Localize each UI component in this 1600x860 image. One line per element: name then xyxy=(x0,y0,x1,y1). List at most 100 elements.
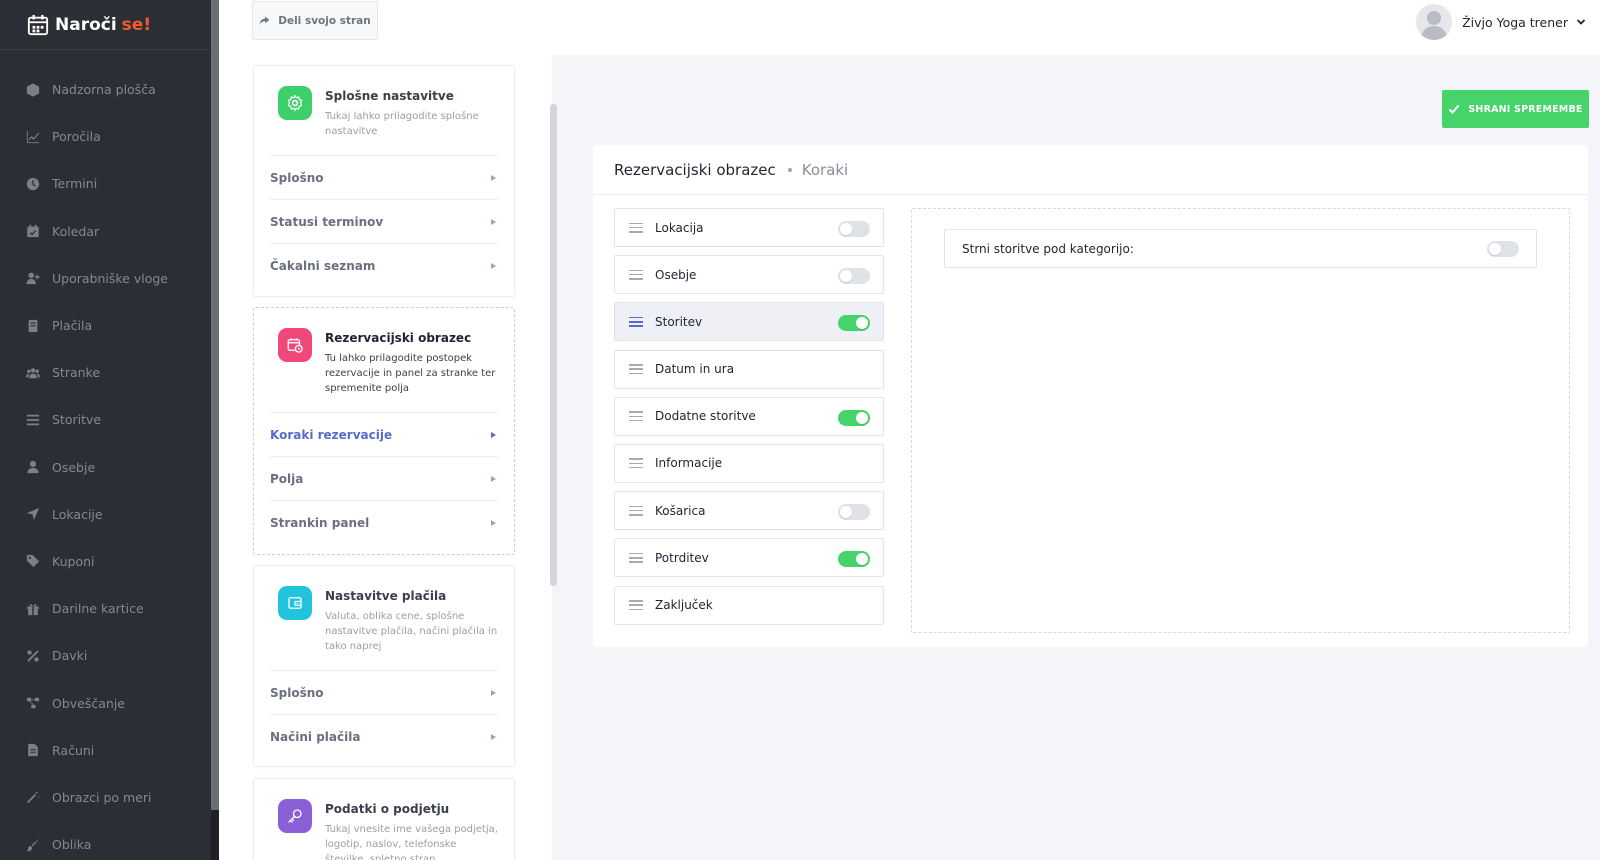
share-nodes-icon xyxy=(26,697,40,709)
brand-name-accent: se! xyxy=(121,14,152,35)
location-arrow-icon xyxy=(26,508,40,521)
booking-step-item[interactable]: Košarica xyxy=(614,491,884,531)
check-icon xyxy=(1449,104,1460,114)
sidebar-item-15[interactable]: Obrazci po meri xyxy=(0,774,211,821)
breadcrumb-separator xyxy=(787,167,792,172)
sidebar-item-13[interactable]: Obveščanje xyxy=(0,679,211,726)
sidebar-item-14[interactable]: Računi xyxy=(0,727,211,774)
share-page-button[interactable]: Deli svojo stran xyxy=(252,1,378,40)
card-icon-payments xyxy=(278,586,312,620)
sidebar-item-1[interactable]: Poročila xyxy=(0,113,211,160)
avatar-placeholder-icon xyxy=(1420,11,1449,40)
sidebar-item-11[interactable]: Darilne kartice xyxy=(0,585,211,632)
sidebar-item-16[interactable]: Oblika xyxy=(0,821,211,860)
sidebar-item-0[interactable]: Nadzorna plošča xyxy=(0,66,211,113)
booking-step-label: Lokacija xyxy=(655,220,704,235)
sidebar-item-5[interactable]: Plačila xyxy=(0,302,211,349)
sidebar-item-9[interactable]: Lokacije xyxy=(0,491,211,538)
collapse-services-toggle[interactable] xyxy=(1487,241,1519,257)
calendar-clock-icon xyxy=(287,338,303,353)
settings-link-booking-steps[interactable]: Koraki rezervacije xyxy=(270,412,498,456)
drag-handle-icon[interactable] xyxy=(629,458,643,469)
sidebar: Naroči se! Nadzorna plošča Poročila Termin… xyxy=(0,0,219,860)
booking-step-item[interactable]: Lokacija xyxy=(614,208,884,247)
link-label: Načini plačila xyxy=(270,729,361,744)
caret-right-icon xyxy=(491,262,496,269)
settings-link-appointment-statuses[interactable]: Statusi terminov xyxy=(270,199,498,243)
tag-icon xyxy=(26,555,40,568)
brand-logo[interactable]: Naroči se! xyxy=(0,0,219,50)
save-changes-button[interactable]: SHRANI SPREMEMBE xyxy=(1442,90,1589,128)
settings-scrollbar[interactable] xyxy=(550,104,557,586)
wallet-icon xyxy=(288,597,302,609)
sidebar-item-10[interactable]: Kuponi xyxy=(0,538,211,585)
drag-handle-icon[interactable] xyxy=(629,411,643,422)
drag-handle-icon[interactable] xyxy=(629,316,643,327)
sidebar-item-12[interactable]: Davki xyxy=(0,632,211,679)
sidebar-item-7[interactable]: Storitve xyxy=(0,396,211,443)
general-settings-card: Splošne nastavitve Tukaj lahko prilagodi… xyxy=(253,65,515,297)
booking-step-label: Košarica xyxy=(655,503,706,518)
calendar-icon xyxy=(27,225,39,238)
booking-step-item[interactable]: Informacije xyxy=(614,443,884,483)
settings-link-payments-general[interactable]: Splošno xyxy=(270,670,498,714)
sidebar-item-label: Oblika xyxy=(52,837,92,853)
card-title: Splošne nastavitve xyxy=(325,89,454,103)
sidebar-scrollbar-thumb[interactable] xyxy=(211,0,219,810)
booking-step-item[interactable]: Osebje xyxy=(614,255,884,295)
caret-right-icon xyxy=(491,519,496,526)
file-icon xyxy=(28,744,38,757)
booking-step-label: Potrditev xyxy=(655,550,709,565)
percent-icon xyxy=(27,650,39,662)
sidebar-item-8[interactable]: Osebje xyxy=(0,444,211,491)
chevron-down-icon xyxy=(1576,19,1586,25)
brush-icon xyxy=(26,838,40,851)
company-info-card[interactable]: Podatki o podjetju Tukaj vnesite ime vaš… xyxy=(253,778,515,860)
settings-link-waiting-list[interactable]: Čakalni seznam xyxy=(270,243,498,287)
booking-step-item[interactable]: Potrditev xyxy=(614,538,884,578)
calendar-logo-icon xyxy=(27,14,49,35)
booking-step-toggle[interactable] xyxy=(838,409,870,426)
card-icon-general xyxy=(278,86,312,120)
booking-step-toggle[interactable] xyxy=(838,315,870,332)
booking-step-toggle[interactable] xyxy=(838,504,870,521)
booking-step-label: Informacije xyxy=(655,456,723,471)
settings-link-general[interactable]: Splošno xyxy=(270,155,498,199)
card-icon xyxy=(28,319,38,332)
drag-handle-icon[interactable] xyxy=(629,505,643,516)
drag-handle-icon[interactable] xyxy=(629,364,643,375)
sidebar-item-label: Osebje xyxy=(52,459,96,475)
drag-handle-icon[interactable] xyxy=(629,552,643,563)
users-icon xyxy=(26,367,40,378)
settings-link-customer-panel[interactable]: Strankin panel xyxy=(270,500,498,544)
booking-step-item[interactable]: Datum in ura xyxy=(614,349,884,389)
step-settings-area: Strni storitve pod kategorijo: xyxy=(911,208,1570,633)
sidebar-item-label: Obrazci po meri xyxy=(52,789,152,805)
user-menu[interactable]: Živjo Yoga trener xyxy=(1416,4,1586,40)
booking-step-toggle[interactable] xyxy=(838,268,870,285)
settings-link-fields[interactable]: Polja xyxy=(270,456,498,500)
booking-step-item[interactable]: Dodatne storitve xyxy=(614,396,884,436)
drag-handle-icon[interactable] xyxy=(629,600,643,610)
breadcrumb-current: Koraki xyxy=(801,160,849,179)
save-changes-label: SHRANI SPREMEMBE xyxy=(1468,103,1583,115)
booking-step-item[interactable]: Zaključek xyxy=(614,585,884,625)
sidebar-item-3[interactable]: Koledar xyxy=(0,208,211,255)
caret-right-icon xyxy=(491,475,496,482)
card-icon-company xyxy=(278,799,312,833)
booking-step-toggle[interactable] xyxy=(838,221,870,237)
settings-link-payment-methods[interactable]: Načini plačila xyxy=(270,714,498,758)
sidebar-item-2[interactable]: Termini xyxy=(0,160,211,207)
share-icon xyxy=(259,16,270,25)
drag-handle-icon[interactable] xyxy=(629,222,643,233)
drag-handle-icon[interactable] xyxy=(629,269,643,280)
clock-icon xyxy=(26,177,40,191)
card-description: Tukaj lahko prilagodite splošne nastavit… xyxy=(325,111,479,137)
sidebar-scrollbar[interactable] xyxy=(211,0,219,860)
booking-step-item[interactable]: Storitev xyxy=(614,302,884,342)
user-name: Živjo Yoga trener xyxy=(1462,14,1568,30)
setting-label: Strni storitve pod kategorijo: xyxy=(962,241,1134,256)
booking-step-toggle[interactable] xyxy=(838,551,870,568)
sidebar-item-4[interactable]: Uporabniške vloge xyxy=(0,255,211,302)
sidebar-item-6[interactable]: Stranke xyxy=(0,349,211,396)
